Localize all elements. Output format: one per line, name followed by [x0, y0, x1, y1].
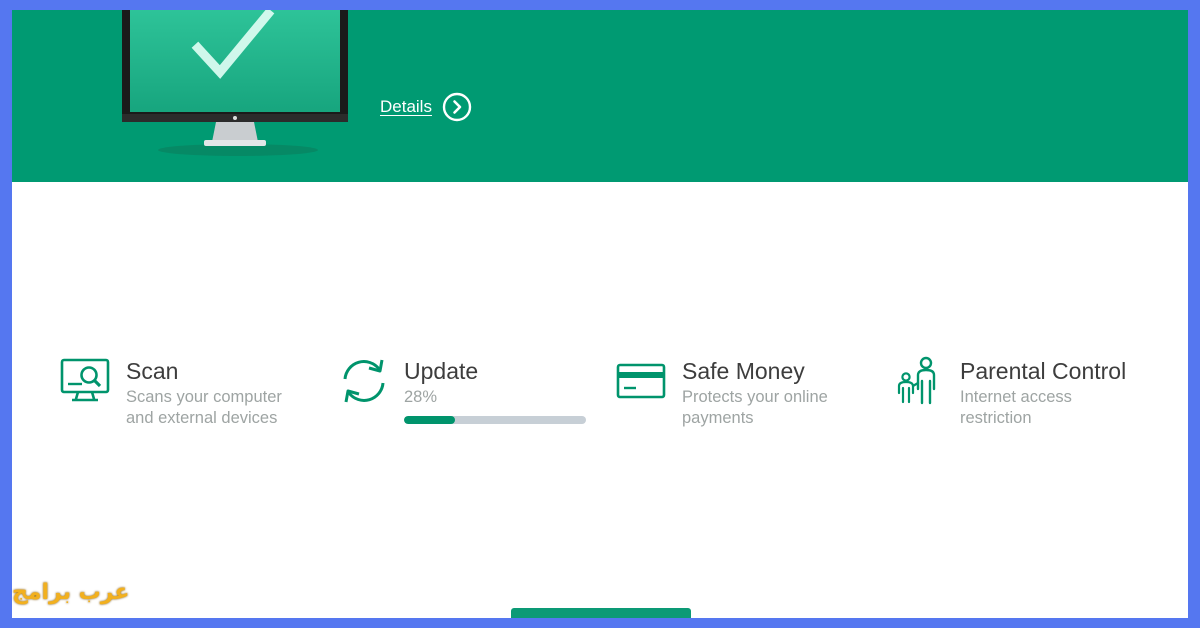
update-arrows-icon	[343, 359, 385, 403]
scan-tile[interactable]: Scan Scans your computer and external de…	[60, 355, 320, 429]
watermark-logo: عرب برامج	[12, 580, 130, 605]
scan-title: Scan	[126, 358, 179, 384]
safe-money-title: Safe Money	[682, 358, 805, 384]
safe-money-description: Protects your online payments	[682, 388, 828, 427]
parent-child-icon	[897, 356, 936, 405]
details-label: Details	[380, 97, 432, 116]
bottom-action-button[interactable]	[511, 608, 691, 618]
status-banner: Details	[12, 10, 1188, 182]
parental-control-tile[interactable]: Parental Control Internet access restric…	[894, 355, 1154, 429]
update-progress-fill	[404, 416, 455, 424]
parental-control-description: Internet access restriction	[960, 388, 1072, 427]
scan-monitor-icon	[60, 358, 110, 402]
scan-description: Scans your computer and external devices	[126, 388, 282, 427]
update-progress-bar	[404, 416, 586, 424]
parental-control-title: Parental Control	[960, 358, 1127, 384]
details-link[interactable]: Details	[380, 92, 472, 122]
update-progress-text: 28%	[404, 388, 438, 406]
credit-card-icon	[616, 363, 666, 399]
app-window: Details Scan Scans your computer and ext…	[12, 10, 1188, 618]
monitor-check-icon	[122, 10, 348, 156]
update-tile[interactable]: Update 28%	[338, 355, 598, 424]
update-title: Update	[404, 358, 479, 384]
safe-money-tile[interactable]: Safe Money Protects your online payments	[616, 355, 876, 429]
chevron-right-circle-icon[interactable]	[442, 92, 472, 122]
